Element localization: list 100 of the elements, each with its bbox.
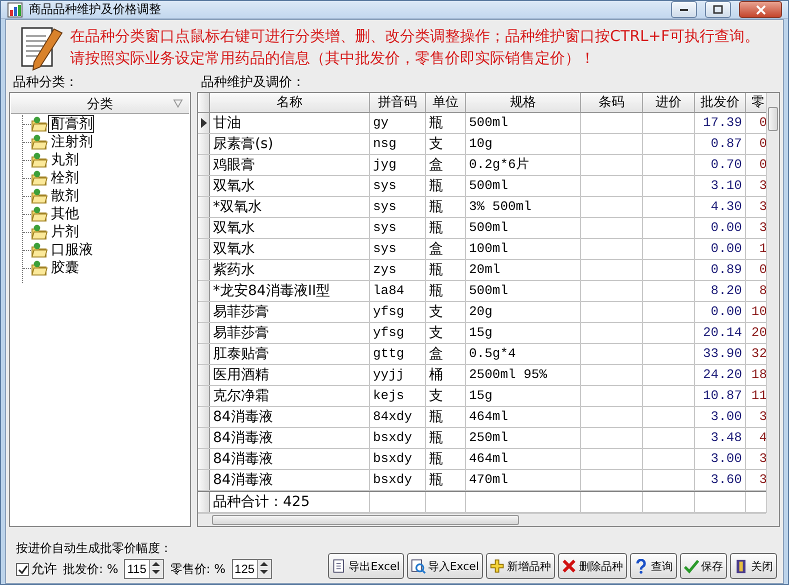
toolbar-button[interactable]: 删除品种 (558, 553, 627, 579)
row-selector[interactable] (198, 302, 210, 322)
row-selector[interactable] (198, 197, 210, 217)
up-arrow-icon (150, 560, 162, 568)
horizontal-scrollbar[interactable] (198, 513, 766, 526)
toolbar-button[interactable]: 查询 (630, 553, 677, 579)
table-cell: 支 (426, 386, 466, 406)
field-label: 零售价: % (170, 560, 226, 578)
row-selector[interactable] (198, 407, 210, 427)
table-cell: 尿素膏(s) (210, 134, 370, 154)
table-cell: 瓶 (426, 449, 466, 469)
tree-item[interactable]: 散剂 (48, 187, 82, 205)
tree-item[interactable]: 栓剂 (48, 169, 82, 187)
table-cell: 0.00 (695, 302, 746, 322)
row-selector[interactable] (198, 323, 210, 343)
table-cell: 盒 (426, 155, 466, 175)
folder-icon (31, 170, 48, 186)
spin-field[interactable]: 115 (124, 559, 164, 579)
tree-item[interactable]: 片剂 (48, 223, 82, 241)
table-cell: 瓶 (426, 176, 466, 196)
vertical-scrollbar[interactable] (766, 93, 779, 513)
column-header[interactable]: 规格 (466, 93, 581, 112)
column-header[interactable]: 批发价 (695, 93, 746, 112)
toolbar-button[interactable]: 新增品种 (486, 553, 555, 579)
panel-label: 品种分类： (12, 74, 79, 92)
row-selector[interactable] (198, 344, 210, 364)
row-selector[interactable] (198, 386, 210, 406)
toolbar-button[interactable]: 保存 (680, 553, 727, 579)
table-cell: yyjj (370, 365, 426, 385)
row-selector[interactable] (198, 260, 210, 280)
row-selector[interactable] (198, 218, 210, 238)
table-cell: 盒 (426, 239, 466, 259)
current-row-indicator[interactable] (198, 113, 210, 133)
table-cell: 84xdy (370, 407, 426, 427)
table-cell: 0.5g*4 (466, 344, 581, 364)
row-selector[interactable] (198, 449, 210, 469)
tree-item[interactable]: 丸剂 (48, 151, 82, 169)
app-icon (7, 2, 23, 18)
toolbar-button[interactable]: 导出Excel (328, 553, 404, 579)
table-cell: 瓶 (426, 470, 466, 490)
column-header[interactable]: 进价 (643, 93, 695, 112)
tree-item[interactable]: 胶囊 (48, 259, 82, 277)
row-selector[interactable] (198, 239, 210, 259)
column-header[interactable]: 零 (746, 93, 766, 112)
maximize-button[interactable] (705, 1, 731, 18)
table-cell: 17.39 (695, 113, 746, 133)
table-cell: 464ml (466, 449, 581, 469)
table-cell: *龙安84消毒液II型 (210, 281, 370, 301)
spin-field[interactable]: 125 (232, 559, 272, 579)
table-cell: jyg (370, 155, 426, 175)
minimize-button[interactable] (671, 1, 697, 18)
folder-icon (31, 116, 48, 132)
field-label: 批发价: % (63, 560, 118, 578)
table-cell: 0.70 (695, 155, 746, 175)
table-cell: 瓶 (426, 407, 466, 427)
table-cell: sys (370, 218, 426, 238)
document-icon (332, 558, 347, 574)
column-header[interactable]: 拼音码 (370, 93, 426, 112)
row-selector[interactable] (198, 281, 210, 301)
table-cell: 瓶 (426, 218, 466, 238)
tree-item[interactable]: 口服液 (48, 241, 96, 259)
table-cell: 瓶 (426, 281, 466, 301)
minimize-icon (680, 8, 688, 10)
table-cell: bsxdy (370, 449, 426, 469)
allow-checkbox[interactable]: 允许 (16, 560, 57, 578)
column-header[interactable]: 条码 (581, 93, 643, 112)
folder-icon (31, 224, 48, 240)
row-selector[interactable] (198, 155, 210, 175)
table-cell: 支 (426, 323, 466, 343)
row-selector[interactable] (198, 365, 210, 385)
row-selector[interactable] (198, 176, 210, 196)
table-cell: zys (370, 260, 426, 280)
table-cell: 0.89 (695, 260, 746, 280)
table-cell: bsxdy (370, 428, 426, 448)
table-cell: 464ml (466, 407, 581, 427)
folder-icon (31, 188, 48, 204)
down-arrow-icon (150, 568, 162, 576)
table-cell: 瓶 (426, 113, 466, 133)
close-icon (754, 4, 766, 14)
table-cell: 33.90 (695, 344, 746, 364)
table-cell: *双氧水 (210, 197, 370, 217)
column-header[interactable]: 单位 (426, 93, 466, 112)
close-button[interactable] (739, 1, 782, 18)
table-cell: gttg (370, 344, 426, 364)
row-selector[interactable] (198, 492, 210, 512)
table-cell: 84消毒液 (210, 449, 370, 469)
tree-item[interactable]: 注射剂 (48, 133, 96, 151)
tree-item[interactable]: 酊膏剂 (48, 115, 94, 133)
plus-icon (490, 558, 505, 574)
row-selector[interactable] (198, 470, 210, 490)
table-cell: 甘油 (210, 113, 370, 133)
table-cell: 500ml (466, 176, 581, 196)
column-header[interactable]: 分类 (11, 94, 189, 114)
row-selector[interactable] (198, 428, 210, 448)
tree-item[interactable]: 其他 (48, 205, 82, 223)
toolbar-button[interactable]: 导入Excel (406, 553, 483, 579)
column-header[interactable]: 名称 (210, 93, 370, 112)
table-cell: 0.00 (695, 239, 746, 259)
toolbar-button[interactable]: 关闭 (730, 553, 777, 579)
maximize-icon (712, 4, 724, 14)
